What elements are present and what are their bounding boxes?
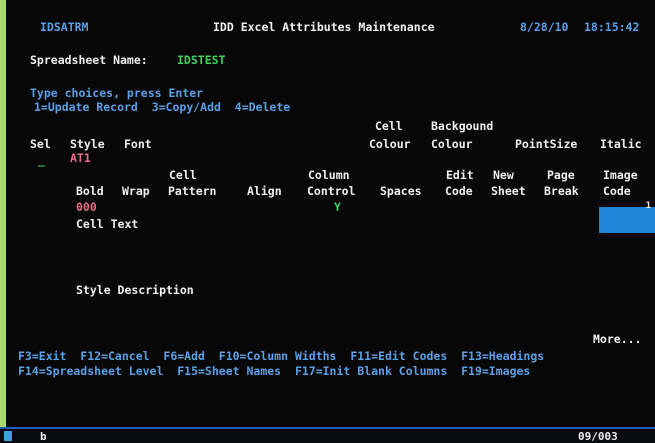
image-code-value: 1 <box>645 201 651 211</box>
col-new-sheet-header-top: New <box>493 168 514 182</box>
cell-pattern-value[interactable]: 000 <box>76 200 97 214</box>
col-edit-code-header: Code <box>445 184 473 198</box>
emulator-status-bar: b 09/003 <box>0 427 655 443</box>
col-cell-colour-header-top: Cell <box>375 119 403 133</box>
cell-text-label: Cell Text <box>76 217 139 231</box>
col-align-header: Align <box>247 184 282 198</box>
function-keys-line-2: F14=Spreadsheet Level F15=Sheet Names F1… <box>18 364 531 378</box>
col-edit-code-header-top: Edit <box>446 168 474 182</box>
col-style-header: Style <box>70 137 105 151</box>
sel-input[interactable]: _ <box>38 153 45 167</box>
col-new-sheet-header: Sheet <box>491 184 526 198</box>
col-italic-header: Italic <box>600 137 642 151</box>
col-wrap-header: Wrap <box>122 184 150 198</box>
col-font-header: Font <box>124 137 152 151</box>
instruction-line: Type choices, press Enter <box>30 86 204 100</box>
col-point-size-header: PointSize <box>515 137 578 151</box>
col-bold-header: Bold <box>76 184 104 198</box>
program-name: IDSATRM <box>40 20 89 34</box>
cursor-position: 09/003 <box>578 430 618 443</box>
function-keys-line-1: F3=Exit F12=Cancel F6=Add F10=Column Wid… <box>18 349 545 363</box>
col-cell-pattern-header: Pattern <box>168 184 217 198</box>
col-spaces-header: Spaces <box>380 184 422 198</box>
col-column-control-header: Control <box>307 184 356 198</box>
screen-title: IDD Excel Attributes Maintenance <box>213 20 435 34</box>
col-image-code-header-top: Image <box>603 168 638 182</box>
col-cell-pattern-header-top: Cell <box>169 168 197 182</box>
style-value[interactable]: AT1 <box>70 151 91 165</box>
column-control-value[interactable]: Y <box>334 200 341 214</box>
spreadsheet-name-label: Spreadsheet Name: <box>30 53 148 67</box>
status-input-indicator: b <box>40 430 47 443</box>
session-icon <box>4 431 12 441</box>
system-time: 18:15:42 <box>584 20 640 34</box>
more-indicator: More... <box>593 332 642 346</box>
col-sel-header: Sel <box>30 137 51 151</box>
col-column-control-header-top: Column <box>308 168 350 182</box>
image-code-input[interactable]: 1 <box>599 201 655 233</box>
col-image-code-header: Code <box>603 184 631 198</box>
col-bg-colour-header-top: Backgound <box>431 119 494 133</box>
spreadsheet-name-value: IDSTEST <box>177 53 226 67</box>
style-description-label: Style Description <box>76 283 194 297</box>
col-page-break-header: Break <box>544 184 579 198</box>
col-bg-colour-header: Colour <box>431 137 473 151</box>
col-page-break-header-top: Page <box>547 168 575 182</box>
terminal-screen: IDSATRM IDD Excel Attributes Maintenance… <box>6 0 655 427</box>
col-cell-colour-header: Colour <box>369 137 411 151</box>
option-legend: 1=Update Record 3=Copy/Add 4=Delete <box>34 100 291 114</box>
system-date: 8/28/10 <box>520 20 569 34</box>
